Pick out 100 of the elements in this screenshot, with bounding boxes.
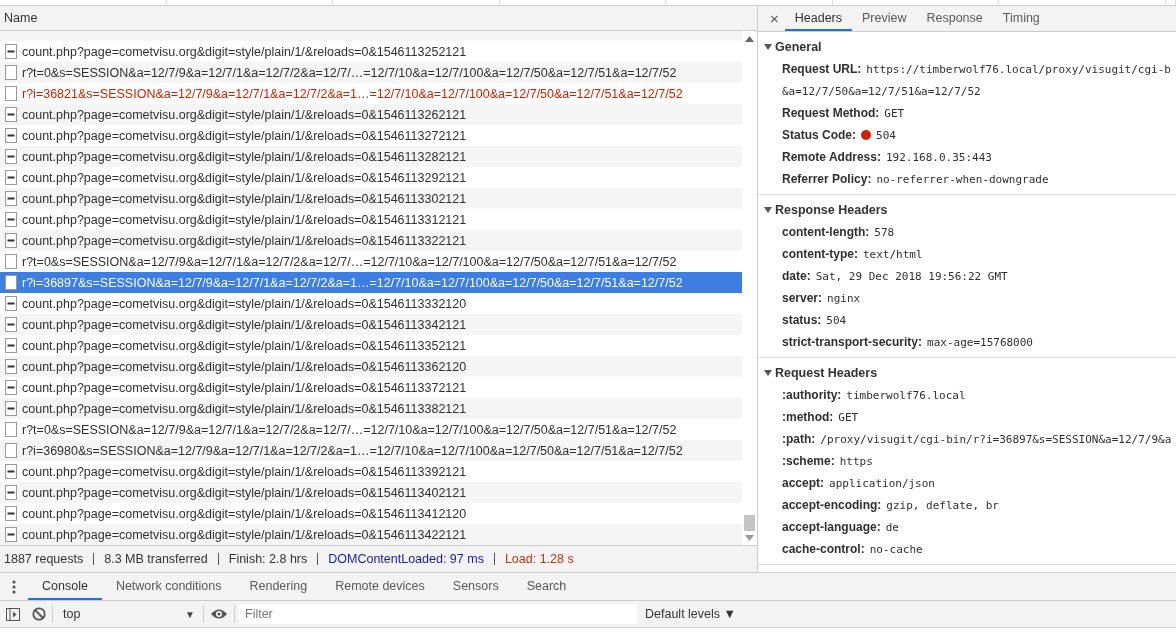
header-value: application/json bbox=[829, 476, 935, 490]
document-minus-icon bbox=[5, 191, 17, 206]
document-icon bbox=[5, 86, 17, 101]
status-text: Finish: 2.8 hrs bbox=[228, 552, 308, 566]
request-row[interactable]: count.php?page=cometvisu.org&digit=style/plain/1/&reloads=0&1546113322121 bbox=[0, 230, 742, 251]
header-name: accept: bbox=[782, 476, 825, 490]
scroll-thumb[interactable] bbox=[744, 515, 755, 531]
request-row[interactable]: count.php?page=cometvisu.org&digit=style/plain/1/&reloads=0&1546113302121 bbox=[0, 188, 742, 209]
header-value: no-referrer-when-downgrade bbox=[876, 172, 1049, 186]
header-name: :authority: bbox=[782, 388, 842, 402]
header-name: content-length: bbox=[782, 225, 870, 239]
document-minus-icon bbox=[5, 170, 17, 185]
header-name: :path: bbox=[782, 432, 816, 446]
filter-field[interactable]: Filter bbox=[239, 604, 637, 624]
column-header[interactable]: Name bbox=[0, 6, 757, 31]
document-minus-icon bbox=[5, 338, 17, 353]
drawer-tab[interactable]: Rendering bbox=[235, 573, 322, 600]
header-value: https bbox=[839, 454, 873, 468]
drawer-tab[interactable]: Search bbox=[512, 573, 581, 600]
document-minus-icon bbox=[5, 401, 17, 416]
levels-dropdown[interactable]: Default levels ▼ bbox=[639, 607, 742, 621]
document-icon bbox=[5, 443, 17, 458]
disclosure-triangle-icon[interactable] bbox=[764, 206, 772, 214]
header-value: de bbox=[885, 520, 899, 534]
header-value: GET bbox=[884, 106, 905, 120]
details-tab[interactable]: Response bbox=[916, 6, 993, 31]
header-value: /proxy/visugit/cgi-bin/r?i=36897&s=SESSION&a=12/7/9&a bbox=[820, 432, 1172, 446]
scroll-down-icon[interactable] bbox=[745, 535, 754, 541]
block-icon bbox=[32, 607, 46, 621]
request-row[interactable]: count.php?page=cometvisu.org&digit=style/plain/1/&reloads=0&1546113382121 bbox=[0, 398, 742, 419]
request-row[interactable]: count.php?page=cometvisu.org&digit=style/plain/1/&reloads=0&1546113362120 bbox=[0, 356, 742, 377]
header-name: accept-language: bbox=[782, 520, 881, 534]
section-title: Request Headers bbox=[775, 366, 878, 380]
more-menu-icon[interactable] bbox=[12, 579, 16, 594]
header-value: no-cache bbox=[869, 542, 923, 556]
document-minus-icon bbox=[5, 44, 17, 59]
request-row[interactable]: count.php?page=cometvisu.org&digit=style/plain/1/&reloads=0&1546113262121 bbox=[0, 104, 742, 125]
details-tab[interactable]: Timing bbox=[992, 6, 1050, 31]
details-tab[interactable]: Preview bbox=[852, 6, 917, 31]
status-text: DOMContentLoaded: 97 ms bbox=[328, 552, 484, 566]
header-value: 504 bbox=[876, 128, 896, 142]
document-minus-icon bbox=[5, 464, 17, 479]
request-row[interactable]: count.php?page=cometvisu.org&digit=style/plain/1/&reloads=0&1546113342121 bbox=[0, 314, 742, 335]
request-row[interactable]: count.php?page=cometvisu.org&digit=style/plain/1/&reloads=0&1546113422121 bbox=[0, 524, 742, 545]
document-minus-icon bbox=[5, 317, 17, 332]
drawer-tab[interactable]: Remote devices bbox=[321, 573, 439, 600]
header-name: cache-control: bbox=[782, 542, 865, 556]
section-title: Response Headers bbox=[775, 203, 888, 217]
document-minus-icon bbox=[5, 485, 17, 500]
header-name: content-type: bbox=[782, 247, 858, 261]
header-value: gzip, deflate, br bbox=[886, 498, 999, 512]
status-text: 1887 requests bbox=[4, 552, 84, 566]
header-value: nginx bbox=[827, 291, 861, 305]
header-name: :scheme: bbox=[782, 454, 835, 468]
header-name: Request URL: bbox=[782, 62, 862, 76]
context-select[interactable]: top ▼ bbox=[53, 603, 203, 625]
document-minus-icon bbox=[5, 107, 17, 122]
section-title: General bbox=[775, 40, 822, 54]
request-row[interactable]: r?i=36980&s=SESSION&a=12/7/9&a=12/7/1&a=12/7/2&a=1…=12/7/10&a=12/7/100&a=12/7/50&a=12/7/51&a=12/7/52 bbox=[0, 440, 742, 461]
document-minus-icon bbox=[5, 128, 17, 143]
disclosure-triangle-icon[interactable] bbox=[764, 43, 772, 51]
drawer-tab[interactable]: Network conditions bbox=[101, 573, 236, 600]
request-row[interactable]: count.php?page=cometvisu.org&digit=style/plain/1/&reloads=0&1546113402121 bbox=[0, 482, 742, 503]
document-minus-icon bbox=[5, 212, 17, 227]
header-value: 192.168.0.35:443 bbox=[885, 150, 992, 164]
document-minus-icon bbox=[5, 233, 17, 248]
request-row[interactable]: r?i=36897&s=SESSION&a=12/7/9&a=12/7/1&a=12/7/2&a=1…=12/7/10&a=12/7/100&a=12/7/50&a=12/7/51&a=12/7/52 bbox=[0, 272, 742, 293]
document-icon bbox=[5, 422, 17, 437]
details-tab[interactable]: Headers bbox=[784, 6, 852, 31]
sidebar-toggle-icon bbox=[6, 607, 20, 621]
header-name: Referrer Policy: bbox=[782, 172, 872, 186]
header-value: Sat, 29 Dec 2018 19:56:22 GMT bbox=[815, 269, 1008, 283]
status-text: 8.3 MB transferred bbox=[104, 552, 208, 566]
header-name: Remote Address: bbox=[782, 150, 881, 164]
request-row[interactable]: count.php?page=cometvisu.org&digit=style/plain/1/&reloads=0&1546113282121 bbox=[0, 146, 742, 167]
document-minus-icon bbox=[5, 296, 17, 311]
document-icon bbox=[5, 65, 17, 80]
header-value: &a=12/7/50&a=12/7/51&a=12/7/52 bbox=[782, 84, 981, 98]
document-icon bbox=[5, 254, 17, 269]
header-value: timberwolf76.local bbox=[846, 388, 966, 402]
header-name: Request Method: bbox=[782, 106, 880, 120]
header-name: strict-transport-security: bbox=[782, 335, 923, 349]
scroll-up-icon[interactable] bbox=[745, 36, 754, 42]
request-row[interactable]: r?t=0&s=SESSION&a=12/7/9&a=12/7/1&a=12/7/2&a=12/7/…=12/7/10&a=12/7/100&a=12/7/50&a=12/7/51&a=12/7/52 bbox=[0, 62, 742, 83]
document-minus-icon bbox=[5, 506, 17, 521]
header-name: server: bbox=[782, 291, 823, 305]
document-icon bbox=[5, 275, 17, 290]
disclosure-triangle-icon[interactable] bbox=[764, 369, 772, 377]
drawer-tab[interactable]: Sensors bbox=[438, 573, 513, 600]
header-value: 504 bbox=[826, 313, 847, 327]
close-button[interactable]: × bbox=[764, 6, 785, 31]
header-name: status: bbox=[782, 313, 822, 327]
status-text: Load: 1.28 s bbox=[504, 552, 574, 566]
header-value: GET bbox=[838, 410, 859, 424]
document-minus-icon bbox=[5, 359, 17, 374]
document-minus-icon bbox=[5, 527, 17, 542]
header-value: https://timberwolf76.local/proxy/visugit/cgi-b bbox=[866, 62, 1171, 76]
header-value: max-age=15768000 bbox=[927, 335, 1033, 349]
header-name: accept-encoding: bbox=[782, 498, 882, 512]
document-minus-icon bbox=[5, 380, 17, 395]
